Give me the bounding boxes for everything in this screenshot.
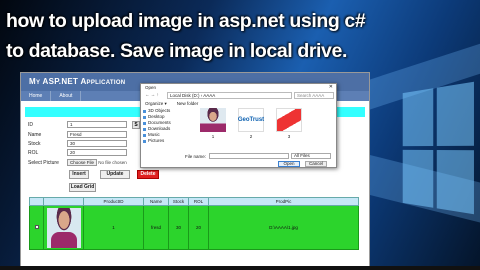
file-upload: Choose File No file chosen: [67, 159, 127, 166]
dialog-nav-pane: 3D Objects Desktop Documents Downloads M…: [143, 108, 183, 144]
close-icon[interactable]: ✕: [329, 84, 333, 90]
folder-icon: [143, 115, 146, 119]
load-grid-button[interactable]: Load Grid: [69, 183, 96, 192]
filename-input[interactable]: [209, 153, 290, 159]
product-grid: ProductID Name Stock ROL ProdPic 1 fresd…: [29, 197, 359, 250]
taskbar: [0, 266, 480, 270]
person-photo-thumbnail: [200, 108, 226, 132]
red-card-thumbnail: [276, 108, 302, 132]
no-file-text: No file chosen: [98, 160, 127, 165]
dialog-search-input[interactable]: Search AAAA: [294, 92, 334, 99]
picture-label: Select Picture: [28, 160, 59, 166]
grid-header-rol: ROL: [188, 197, 209, 206]
file-name: 3: [287, 134, 291, 139]
nav-item-label: Pictures: [148, 138, 165, 143]
file-item[interactable]: 3: [275, 108, 303, 148]
grid-header-productid: ProductID: [83, 197, 144, 206]
file-item[interactable]: GeoTrust 2: [237, 108, 265, 148]
row-select-cell: [29, 205, 44, 250]
file-name: 2: [249, 134, 253, 139]
grid-header-image: [43, 197, 84, 206]
product-photo: [46, 207, 81, 248]
dialog-toolbar: Organize ▾ New folder: [145, 101, 198, 107]
table-row[interactable]: 1 fresd 30 20 D:\AAAA\1.jpg: [29, 205, 359, 250]
folder-icon: [143, 133, 146, 137]
dialog-file-list: 1 GeoTrust 2 3: [189, 108, 333, 148]
grid-header-row: ProductID Name Stock ROL ProdPic: [29, 197, 359, 206]
video-title: how to upload image in asp.net using c# …: [6, 6, 476, 66]
name-label: Name: [28, 132, 42, 138]
rol-label: ROL: [28, 150, 39, 156]
stock-label: Stock: [28, 141, 41, 147]
folder-icon: [143, 121, 146, 125]
grid-header-prodpic: ProdPic: [208, 197, 359, 206]
nav-item-pictures[interactable]: Pictures: [143, 138, 183, 144]
folder-icon: [143, 139, 146, 143]
grid-header-stock: Stock: [168, 197, 189, 206]
nav-about[interactable]: About: [51, 91, 82, 101]
delete-button[interactable]: Delete: [137, 170, 159, 179]
stock-input[interactable]: 30: [67, 140, 127, 147]
cancel-button[interactable]: Cancel: [305, 161, 327, 167]
row-name: fresd: [143, 205, 169, 250]
dialog-title: Open: [141, 84, 336, 91]
row-image-cell: [43, 205, 84, 250]
file-name: 1: [211, 134, 215, 139]
id-input[interactable]: 1: [67, 121, 127, 128]
file-type-select[interactable]: All Files: [291, 153, 331, 159]
nav-home[interactable]: Home: [21, 91, 52, 101]
organize-button[interactable]: Organize ▾: [145, 101, 167, 107]
row-productid: 1: [83, 205, 144, 250]
nav-arrows-icon[interactable]: ← → ↑: [145, 92, 165, 99]
name-input[interactable]: Fresd: [67, 131, 127, 138]
search-button[interactable]: S: [132, 121, 140, 129]
folder-icon: [143, 109, 146, 113]
windows-logo-icon: [402, 81, 474, 215]
rol-input[interactable]: 20: [67, 149, 127, 156]
insert-button[interactable]: Insert: [69, 170, 89, 179]
folder-icon: [143, 127, 146, 131]
choose-file-button[interactable]: Choose File: [67, 159, 98, 166]
open-file-dialog: Open ✕ ← → ↑ Local Disk (D:) › AAAA Sear…: [140, 83, 337, 168]
id-label: ID: [28, 122, 33, 128]
row-stock: 30: [168, 205, 189, 250]
filename-row: File name:: [185, 153, 290, 159]
title-line-1: how to upload image in asp.net using c#: [6, 10, 366, 32]
filename-label: File name:: [185, 153, 207, 159]
update-button[interactable]: Update: [100, 170, 130, 179]
geotrust-logo-thumbnail: GeoTrust: [238, 108, 264, 132]
new-folder-button[interactable]: New folder: [177, 101, 199, 107]
open-button[interactable]: Open: [278, 161, 300, 167]
row-prodpic: D:\AAAA\1.jpg: [208, 205, 359, 250]
address-path[interactable]: Local Disk (D:) › AAAA: [167, 92, 292, 99]
file-item[interactable]: 1: [199, 108, 227, 148]
title-line-2: to database. Save image in local drive.: [6, 40, 347, 62]
address-bar: ← → ↑ Local Disk (D:) › AAAA Search AAAA: [145, 92, 334, 99]
grid-header-select: [29, 197, 44, 206]
checkbox-icon[interactable]: [34, 225, 39, 229]
row-rol: 20: [188, 205, 209, 250]
grid-header-name: Name: [143, 197, 169, 206]
